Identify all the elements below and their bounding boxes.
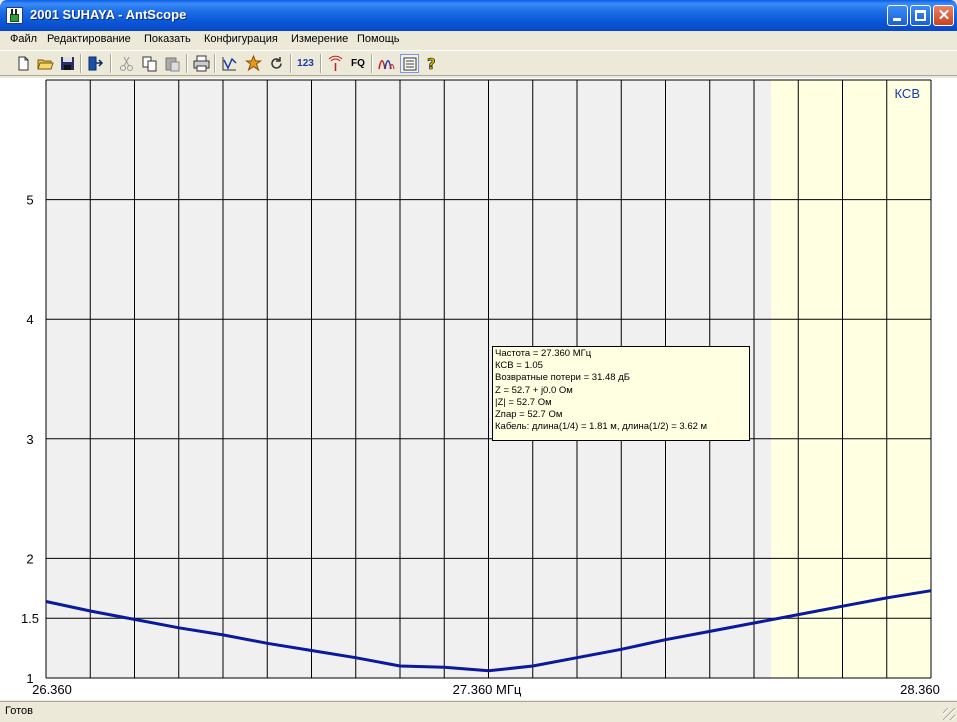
- toolbar-separator: [290, 54, 292, 73]
- toolbar: 123 FQ ?: [0, 50, 957, 76]
- cursor-info-box: Частота = 27.360 МГц КСВ = 1.05 Возвратн…: [492, 346, 750, 441]
- print-icon[interactable]: [192, 54, 211, 73]
- waves-icon[interactable]: [377, 54, 396, 73]
- help-icon[interactable]: ?: [422, 54, 441, 73]
- paste-icon[interactable]: [163, 54, 182, 73]
- window-title: 2001 SUHAYA - AntScope: [30, 7, 187, 22]
- menu-bar: Файл Редактирование Показать Конфигураци…: [0, 31, 957, 49]
- info-frequency: Частота = 27.360 МГц: [495, 348, 592, 359]
- y-tick-label: 1.5: [21, 611, 39, 626]
- app-icon[interactable]: [6, 7, 23, 24]
- antenna-icon[interactable]: [326, 54, 345, 73]
- x-axis-labels: 26.360 27.360 МГц 28.360: [32, 682, 940, 697]
- toolbar-separator: [186, 54, 188, 73]
- star-icon[interactable]: [244, 54, 263, 73]
- info-parallel-impedance: Zпар = 52.7 Ом: [495, 409, 563, 421]
- resize-grip[interactable]: [943, 708, 955, 720]
- status-bar: Готов: [0, 701, 957, 722]
- menu-help[interactable]: Помощь: [357, 33, 400, 45]
- toolbar-separator: [371, 54, 373, 73]
- menu-measure[interactable]: Измерение: [291, 33, 348, 45]
- maximize-button[interactable]: [910, 5, 931, 26]
- menu-config[interactable]: Конфигурация: [204, 33, 278, 45]
- status-text: Готов: [5, 705, 33, 717]
- exit-icon[interactable]: [86, 54, 105, 73]
- grid: [45, 79, 932, 679]
- title-bar[interactable]: 2001 SUHAYA - AntScope ✕: [0, 0, 957, 31]
- y-tick-label: 5: [26, 193, 33, 208]
- y-tick-label: 2: [26, 551, 33, 566]
- list-icon[interactable]: [400, 54, 419, 73]
- y-tick-label: 4: [26, 312, 33, 327]
- open-folder-icon[interactable]: [36, 54, 55, 73]
- toolbar-separator: [214, 54, 216, 73]
- plot-area[interactable]: 1 1.5 2 3 4 5 26.360 27.360 МГц 28.360 КСВ Част…: [0, 78, 957, 700]
- y-tick-label: 3: [26, 432, 33, 447]
- chart-title: КСВ: [895, 86, 921, 101]
- minimize-button[interactable]: [887, 5, 908, 26]
- info-impedance: Z = 52.7 + j0.0 Ом: [495, 384, 573, 396]
- minimize-icon: [893, 18, 901, 21]
- toolbar-separator: [80, 54, 82, 73]
- info-cable-length: Кабель: длина(1/4) = 1.81 м, длина(1/2) …: [495, 421, 708, 433]
- info-return-loss: Возвратные потери = 31.48 дБ: [495, 372, 630, 384]
- menu-edit[interactable]: Редактирование: [47, 33, 131, 45]
- save-icon[interactable]: [58, 54, 77, 73]
- close-button[interactable]: ✕: [933, 5, 954, 26]
- highlight-band: [771, 80, 931, 678]
- x-tick-label: 28.360: [900, 682, 940, 697]
- y-axis-labels: 11.52345: [21, 193, 39, 686]
- x-tick-label: 27.360 МГц: [453, 682, 522, 697]
- numbers-icon[interactable]: 123: [296, 54, 315, 73]
- toolbar-separator: [320, 54, 322, 73]
- cut-icon[interactable]: [117, 54, 136, 73]
- swr-chart[interactable]: 11.52345 26.360 27.360 МГц 28.360 КСВ: [0, 78, 957, 700]
- app-window: 2001 SUHAYA - AntScope ✕ Файл Редактиров…: [0, 0, 957, 722]
- graph-icon[interactable]: [220, 54, 239, 73]
- close-icon: ✕: [937, 7, 951, 24]
- copy-icon[interactable]: [140, 54, 159, 73]
- menu-view[interactable]: Показать: [144, 33, 191, 45]
- info-impedance-magnitude: |Z| = 52.7 Ом: [495, 396, 552, 408]
- svg-text:?: ?: [427, 55, 436, 73]
- refresh-icon[interactable]: [267, 54, 286, 73]
- maximize-icon: [915, 10, 926, 21]
- new-file-icon[interactable]: [14, 54, 33, 73]
- fq-icon[interactable]: FQ: [347, 54, 369, 73]
- info-swr: КСВ = 1.05: [495, 360, 543, 372]
- toolbar-separator: [110, 54, 112, 73]
- x-tick-label: 26.360: [32, 682, 72, 697]
- menu-file[interactable]: Файл: [10, 33, 37, 45]
